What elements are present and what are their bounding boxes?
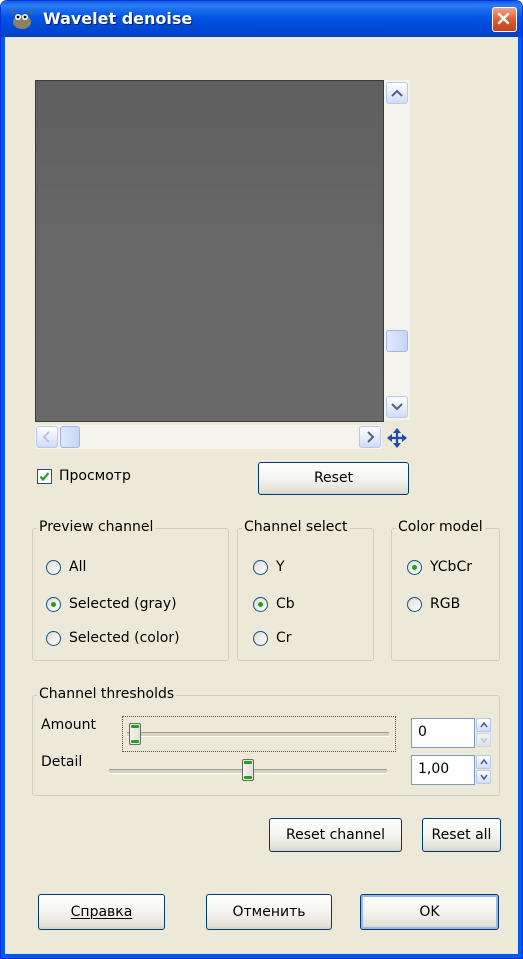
preview-image[interactable] [35, 80, 384, 422]
amount-spin-input[interactable]: 0 [411, 718, 475, 748]
title-bar[interactable]: Wavelet denoise [1, 1, 522, 37]
scroll-right-button[interactable] [359, 426, 381, 448]
channel-thresholds-group: Channel thresholds Amount 0 Detail 1,00 [32, 686, 500, 796]
chevron-right-icon [367, 431, 375, 443]
detail-label: Detail [41, 754, 83, 770]
dialog-window: Wavelet denoise Просмотр Reset Preview c… [0, 0, 523, 959]
amount-slider-track [127, 732, 389, 737]
radio-dot[interactable] [46, 631, 61, 646]
channel-select-group: Channel select Y Cb Cr [237, 519, 374, 661]
arrow-down-icon [480, 737, 488, 743]
detail-slider[interactable] [109, 753, 393, 787]
preview-checkbox[interactable] [37, 469, 52, 484]
ok-button[interactable]: OK [360, 894, 499, 930]
radio-label: Y [276, 559, 285, 575]
arrow-up-icon [480, 722, 488, 728]
amount-decrease-button[interactable] [476, 733, 491, 747]
checkmark-icon [39, 472, 50, 482]
radio-dot[interactable] [253, 560, 268, 575]
channel-thresholds-title: Channel thresholds [37, 686, 177, 702]
radio-dot[interactable] [253, 631, 268, 646]
amount-spin-buttons [476, 718, 491, 748]
detail-spin-input[interactable]: 1,00 [411, 755, 475, 785]
radio-label: Cr [276, 630, 292, 646]
amount-slider[interactable] [122, 716, 396, 752]
close-button[interactable] [492, 7, 517, 32]
radio-dot[interactable] [407, 597, 422, 612]
scroll-down-button[interactable] [386, 396, 408, 418]
gimp-icon [11, 9, 33, 29]
horizontal-scroll-thumb[interactable] [60, 426, 80, 448]
vertical-scroll-thumb[interactable] [386, 330, 408, 352]
preview-checkbox-label: Просмотр [59, 468, 131, 484]
radio-dot-selected[interactable] [253, 597, 268, 612]
horizontal-scrollbar[interactable] [35, 425, 382, 449]
window-frame-bottom [1, 954, 522, 958]
window-frame-left [1, 37, 5, 958]
amount-increase-button[interactable] [476, 718, 491, 732]
cancel-button[interactable]: Отменить [206, 894, 332, 930]
navigate-move-icon[interactable] [386, 427, 408, 449]
radio-dot-selected[interactable] [407, 560, 422, 575]
reset-channel-button[interactable]: Reset channel [269, 818, 402, 852]
chevron-down-icon [391, 403, 403, 411]
window-frame-right [518, 37, 522, 958]
detail-spin-buttons [476, 755, 491, 785]
amount-label: Amount [41, 717, 97, 733]
radio-dot-selected[interactable] [46, 597, 61, 612]
arrow-up-icon [480, 759, 488, 765]
arrow-down-icon [480, 774, 488, 780]
reset-button[interactable]: Reset [258, 462, 409, 495]
color-model-title: Color model [396, 519, 485, 535]
scroll-up-button[interactable] [386, 82, 408, 104]
detail-increase-button[interactable] [476, 755, 491, 769]
preview-channel-title: Preview channel [37, 519, 156, 535]
detail-slider-thumb[interactable] [242, 759, 254, 781]
chevron-up-icon [391, 89, 403, 97]
reset-all-button[interactable]: Reset all [422, 818, 501, 852]
radio-label: Selected (gray) [69, 596, 177, 612]
vertical-scrollbar[interactable] [384, 80, 410, 420]
amount-slider-thumb[interactable] [129, 723, 141, 745]
radio-label: Cb [276, 596, 295, 612]
help-button[interactable]: Справка [38, 894, 165, 930]
close-icon [497, 12, 510, 25]
detail-decrease-button[interactable] [476, 770, 491, 784]
window-title: Wavelet denoise [43, 9, 193, 28]
preview-channel-group: Preview channel All Selected (gray) Sele… [32, 519, 229, 661]
radio-label: All [69, 559, 87, 575]
chevron-left-icon [42, 431, 50, 443]
radio-label: Selected (color) [69, 630, 180, 646]
channel-select-title: Channel select [242, 519, 350, 535]
scroll-left-button[interactable] [36, 426, 58, 448]
radio-dot[interactable] [46, 560, 61, 575]
radio-label: RGB [430, 596, 461, 612]
color-model-group: Color model YCbCr RGB [391, 519, 500, 661]
radio-label: YCbCr [430, 559, 472, 575]
